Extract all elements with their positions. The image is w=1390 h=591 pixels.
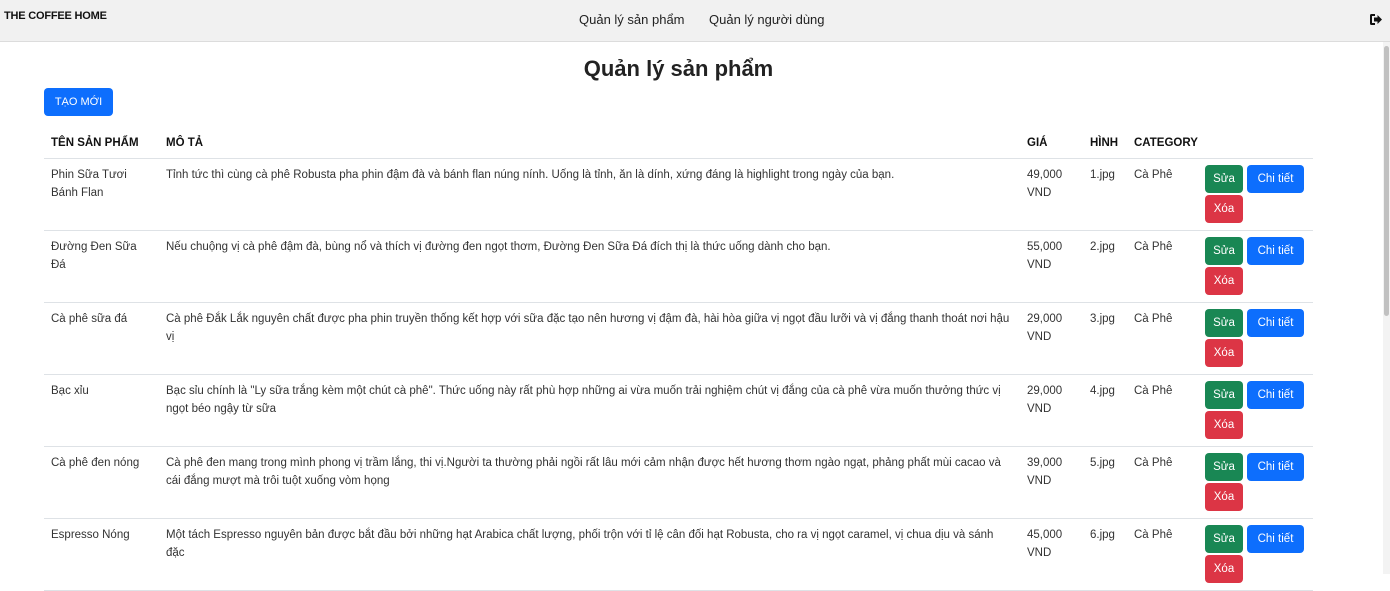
product-category-cell: Cà Phê xyxy=(1127,446,1199,519)
delete-button[interactable]: Xóa xyxy=(1205,194,1243,223)
row-actions: Sửa Chi tiết Xóa xyxy=(1199,302,1313,375)
detail-button[interactable]: Chi tiết xyxy=(1247,236,1304,265)
column-header-name: TÊN SẢN PHẨM xyxy=(44,128,159,159)
detail-button[interactable]: Chi tiết xyxy=(1247,308,1304,337)
product-price-cell: 39,000 VND xyxy=(1020,446,1083,519)
row-actions: Sửa Chi tiết Xóa xyxy=(1199,446,1313,519)
sign-out-icon[interactable] xyxy=(1369,12,1383,26)
top-navbar: THE COFFEE HOME Quản lý sản phẩm Quản lý… xyxy=(0,0,1390,42)
delete-button[interactable]: Xóa xyxy=(1205,554,1243,583)
edit-button[interactable]: Sửa xyxy=(1205,380,1243,409)
product-image-cell: 3.jpg xyxy=(1083,302,1127,375)
product-image-cell: 5.jpg xyxy=(1083,446,1127,519)
product-description-cell: Cà phê Đắk Lắk nguyên chất được pha phin… xyxy=(159,302,1020,375)
table-row: Bạc xỉu Bạc sỉu chính là "Ly sữa trắng k… xyxy=(44,374,1313,447)
product-price-cell: 29,000 VND xyxy=(1020,302,1083,375)
column-header-price: GIÁ xyxy=(1020,128,1083,159)
create-new-button[interactable]: TẠO MỚI xyxy=(44,88,113,116)
product-name-cell: Espresso Nóng xyxy=(44,518,159,591)
edit-button[interactable]: Sửa xyxy=(1205,452,1243,481)
product-category-cell: Cà Phê xyxy=(1127,230,1199,303)
product-category-cell: Cà Phê xyxy=(1127,518,1199,591)
product-image-cell: 1.jpg xyxy=(1083,158,1127,231)
row-actions: Sửa Chi tiết Xóa xyxy=(1199,158,1313,231)
delete-button[interactable]: Xóa xyxy=(1205,410,1243,439)
edit-button[interactable]: Sửa xyxy=(1205,164,1243,193)
product-price-cell: 55,000 VND xyxy=(1020,230,1083,303)
delete-button[interactable]: Xóa xyxy=(1205,482,1243,511)
product-category-cell: Cà Phê xyxy=(1127,374,1199,447)
column-header-actions xyxy=(1199,128,1313,159)
delete-button[interactable]: Xóa xyxy=(1205,338,1243,367)
product-description-cell: Cà phê đen mang trong mình phong vị trầm… xyxy=(159,446,1020,519)
product-name-cell: Phin Sữa Tươi Bánh Flan xyxy=(44,158,159,231)
product-description-cell: Tỉnh tức thì cùng cà phê Robusta pha phi… xyxy=(159,158,1020,231)
detail-button[interactable]: Chi tiết xyxy=(1247,164,1304,193)
column-header-category: CATEGORY xyxy=(1127,128,1199,159)
product-name-cell: Cà phê sữa đá xyxy=(44,302,159,375)
table-row: Đường Đen Sữa Đá Nếu chuộng vị cà phê đậ… xyxy=(44,230,1313,303)
product-price-cell: 45,000 VND xyxy=(1020,518,1083,591)
product-description-cell: Một tách Espresso nguyên bản được bắt đầ… xyxy=(159,518,1020,591)
detail-button[interactable]: Chi tiết xyxy=(1247,452,1304,481)
row-actions: Sửa Chi tiết Xóa xyxy=(1199,518,1313,591)
product-image-cell: 2.jpg xyxy=(1083,230,1127,303)
table-header-row: TÊN SẢN PHẨM MÔ TẢ GIÁ HÌNH CATEGORY xyxy=(44,128,1313,159)
product-name-cell: Cà phê đen nóng xyxy=(44,446,159,519)
row-actions: Sửa Chi tiết Xóa xyxy=(1199,230,1313,303)
product-name-cell: Đường Đen Sữa Đá xyxy=(44,230,159,303)
product-price-cell: 49,000 VND xyxy=(1020,158,1083,231)
product-category-cell: Cà Phê xyxy=(1127,158,1199,231)
brand-logo[interactable]: THE COFFEE HOME xyxy=(4,10,107,22)
product-category-cell: Cà Phê xyxy=(1127,302,1199,375)
edit-button[interactable]: Sửa xyxy=(1205,308,1243,337)
page-title: Quản lý sản phẩm xyxy=(583,56,774,81)
column-header-image: HÌNH xyxy=(1083,128,1127,159)
row-actions: Sửa Chi tiết Xóa xyxy=(1199,374,1313,447)
page-scrollbar-thumb[interactable] xyxy=(1384,46,1389,316)
edit-button[interactable]: Sửa xyxy=(1205,524,1243,553)
edit-button[interactable]: Sửa xyxy=(1205,236,1243,265)
product-name-cell: Bạc xỉu xyxy=(44,374,159,447)
product-image-cell: 6.jpg xyxy=(1083,518,1127,591)
delete-button[interactable]: Xóa xyxy=(1205,266,1243,295)
product-image-cell: 4.jpg xyxy=(1083,374,1127,447)
nav-link-products[interactable]: Quản lý sản phẩm xyxy=(579,12,685,27)
product-description-cell: Nếu chuộng vị cà phê đậm đà, bùng nổ và … xyxy=(159,230,1020,303)
table-row: Espresso Nóng Một tách Espresso nguyên b… xyxy=(44,518,1313,591)
product-description-cell: Bạc sỉu chính là "Ly sữa trắng kèm một c… xyxy=(159,374,1020,447)
detail-button[interactable]: Chi tiết xyxy=(1247,524,1304,553)
column-header-description: MÔ TẢ xyxy=(159,128,1020,159)
product-price-cell: 29,000 VND xyxy=(1020,374,1083,447)
table-row: Cà phê sữa đá Cà phê Đắk Lắk nguyên chất… xyxy=(44,302,1313,375)
table-row: Phin Sữa Tươi Bánh Flan Tỉnh tức thì cùn… xyxy=(44,158,1313,231)
nav-link-users[interactable]: Quản lý người dùng xyxy=(709,12,825,27)
product-table: TÊN SẢN PHẨM MÔ TẢ GIÁ HÌNH CATEGORY Phi… xyxy=(44,128,1313,591)
table-row: Cà phê đen nóng Cà phê đen mang trong mì… xyxy=(44,446,1313,519)
detail-button[interactable]: Chi tiết xyxy=(1247,380,1304,409)
